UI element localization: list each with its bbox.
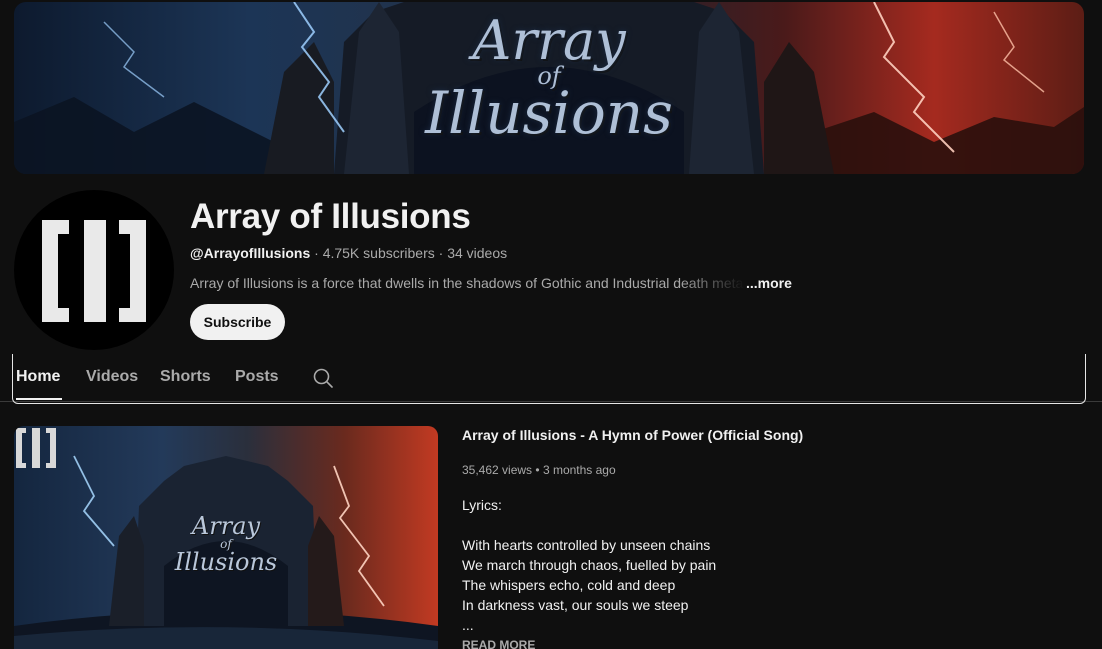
lyrics-heading: Lyrics: — [462, 497, 502, 513]
channel-handle[interactable]: @ArrayofIllusions — [190, 245, 310, 261]
channel-avatar[interactable] — [14, 190, 174, 350]
channel-name: Array of Illusions — [190, 197, 471, 236]
lyric-line: With hearts controlled by unseen chains — [462, 537, 711, 553]
banner-title-line3: Illusions — [425, 79, 673, 147]
subscriber-count: 4.75K subscribers — [322, 245, 435, 261]
lyric-line: The whispers echo, cold and deep — [462, 577, 676, 593]
lyric-line: We march through chaos, fuelled by pain — [462, 557, 717, 573]
channel-meta: @ArrayofIllusions · 4.75K subscribers · … — [190, 245, 507, 261]
thumbnail-title-line1: Array — [191, 512, 261, 540]
channel-banner: Array of Illusions — [14, 2, 1084, 174]
search-icon — [313, 368, 333, 388]
view-count: 35,462 views — [462, 463, 533, 477]
tab-home[interactable]: Home — [16, 368, 60, 386]
upload-age: 3 months ago — [542, 463, 616, 477]
channel-page: Array of Illusions Array of Illusions @A… — [0, 0, 1102, 649]
video-count: 34 videos — [447, 245, 508, 261]
tab-shorts[interactable]: Shorts — [160, 368, 211, 386]
banner-title-line1: Array — [472, 9, 626, 72]
channel-description[interactable]: Array of Illusions is a force that dwell… — [190, 275, 792, 291]
tab-videos[interactable]: Videos — [86, 368, 138, 386]
meta-dot: • — [535, 463, 540, 477]
meta-separator: · — [438, 245, 444, 261]
banner-title-art: Array of Illusions — [14, 9, 1084, 147]
subscribe-button[interactable]: Subscribe — [190, 304, 285, 340]
featured-video-meta: 35,462 views • 3 months ago — [462, 463, 616, 477]
lyric-line: In darkness vast, our souls we steep — [462, 597, 689, 613]
featured-video-thumbnail[interactable]: Array of Illusions — [14, 426, 438, 649]
bracket-logo-icon — [42, 220, 146, 322]
channel-description-text: Array of Illusions is a force that dwell… — [190, 275, 745, 291]
featured-video-title[interactable]: Array of Illusions - A Hymn of Power (Of… — [462, 427, 803, 443]
meta-separator: · — [314, 245, 319, 261]
tab-posts[interactable]: Posts — [235, 368, 279, 386]
description-more-link[interactable]: ...more — [746, 275, 792, 291]
thumbnail-title-art: Array of Illusions — [14, 514, 438, 574]
bracket-logo-icon — [16, 428, 56, 468]
channel-search-button[interactable] — [312, 367, 334, 389]
active-tab-indicator — [16, 398, 62, 400]
read-more-link[interactable]: READ MORE — [462, 638, 535, 649]
thumbnail-title-line3: Illusions — [174, 548, 278, 576]
lyric-ellipsis: ... — [462, 617, 474, 633]
